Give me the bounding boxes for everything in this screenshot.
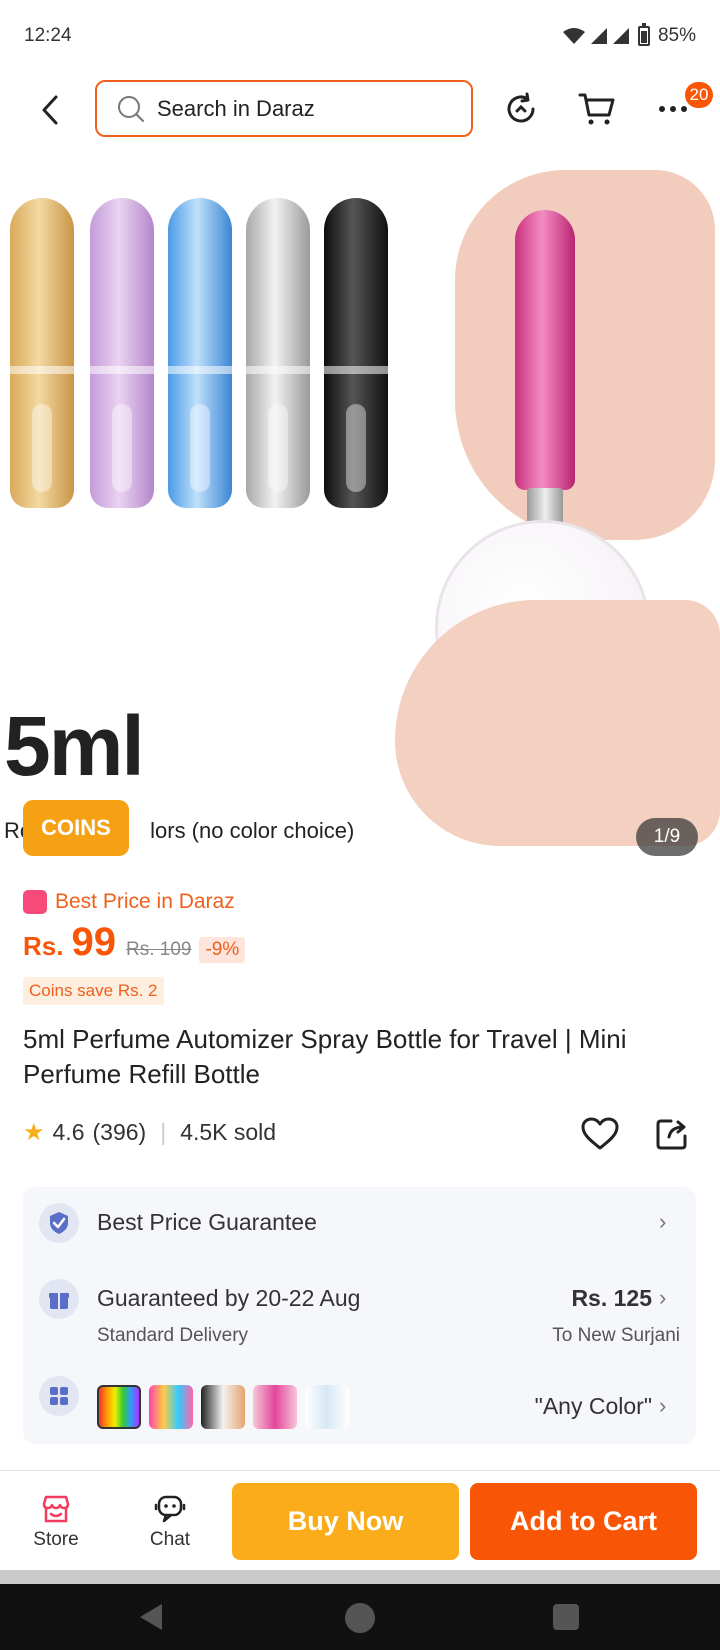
wishlist-button[interactable]: [578, 1112, 622, 1156]
rating-count: (396): [92, 1119, 147, 1145]
status-bar: 12:24 85%: [0, 0, 720, 72]
rating-row[interactable]: ★ 4.6 (396) | 4.5K sold: [23, 1118, 276, 1147]
coins-save-badge: Coins save Rs. 2: [23, 977, 164, 1005]
variant-swatches: [97, 1385, 349, 1429]
chevron-right-icon: ›: [659, 1285, 667, 1310]
price-guarantee-row[interactable]: Best Price Guarantee ›: [23, 1187, 696, 1259]
system-divider: [0, 1570, 720, 1584]
image-overlay-size-text: 5ml: [4, 699, 145, 793]
product-bottle-gold: [10, 198, 74, 508]
bottom-action-bar: Store Chat Buy Now Add to Cart: [0, 1470, 720, 1570]
separator: |: [160, 1119, 167, 1145]
variant-grid-icon: [39, 1376, 79, 1416]
delivery-date-label: Guaranteed by 20-22 Aug: [97, 1285, 361, 1311]
history-button[interactable]: [500, 88, 542, 130]
hand-spray-illustration: [395, 170, 720, 846]
system-recents-icon[interactable]: [553, 1604, 579, 1630]
battery-level: 85%: [657, 25, 696, 46]
search-input[interactable]: Search in Daraz: [95, 80, 473, 137]
original-price: Rs. 109: [125, 939, 192, 960]
product-bottle-silver: [246, 198, 310, 508]
history-icon: [507, 92, 535, 123]
discount-badge: -9%: [199, 937, 246, 963]
variant-selected-value[interactable]: "Any Color": [535, 1393, 652, 1420]
share-icon: [656, 1119, 687, 1150]
store-icon: [42, 1495, 70, 1523]
delivery-location: To New Surjani: [552, 1325, 680, 1346]
variant-swatch[interactable]: [305, 1385, 349, 1429]
share-button[interactable]: [650, 1112, 694, 1156]
cell-signal-icon: [612, 28, 629, 44]
product-image-gallery[interactable]: 5ml Ro lors (no color choice) COINS 1/9: [0, 150, 720, 866]
signal-icons: [562, 27, 630, 45]
star-icon: ★: [23, 1119, 45, 1146]
back-arrow-icon: [42, 95, 58, 125]
chevron-right-icon: ›: [659, 1393, 667, 1418]
variant-swatch[interactable]: [149, 1385, 193, 1429]
chat-icon: [154, 1495, 186, 1523]
back-button[interactable]: [30, 90, 70, 130]
heart-icon: [581, 1117, 619, 1150]
top-nav: Search in Daraz 20: [0, 72, 720, 148]
store-label: Store: [33, 1529, 79, 1550]
image-counter: 1/9: [636, 818, 698, 856]
coins-badge[interactable]: COINS: [23, 800, 129, 856]
chevron-right-icon: ›: [659, 1209, 667, 1234]
search-icon: [118, 95, 144, 122]
wifi-icon: [562, 28, 585, 44]
buy-now-button[interactable]: Buy Now: [232, 1483, 459, 1560]
delivery-row[interactable]: Guaranteed by 20-22 Aug Rs. 125 › Standa…: [23, 1263, 696, 1373]
variant-swatch[interactable]: [253, 1385, 297, 1429]
delivery-info-card: Best Price Guarantee › Guaranteed by 20-…: [23, 1187, 696, 1444]
sold-count: 4.5K sold: [180, 1119, 277, 1145]
status-right: 85%: [562, 23, 696, 47]
cell-signal-icon: [590, 28, 607, 44]
delivery-type: Standard Delivery: [97, 1325, 249, 1346]
product-bottle-black: [324, 198, 388, 508]
cart-button[interactable]: [576, 88, 618, 130]
notification-badge: 20: [685, 82, 713, 108]
chat-label: Chat: [149, 1529, 191, 1550]
search-placeholder: Search in Daraz: [157, 95, 315, 121]
store-button[interactable]: Store: [16, 1495, 96, 1559]
rating-value: 4.6: [52, 1119, 85, 1145]
product-title: 5ml Perfume Automizer Spray Bottle for T…: [23, 1024, 627, 1089]
variant-swatch[interactable]: [97, 1385, 141, 1429]
product-bottle-blue: [168, 198, 232, 508]
best-price-tag: Best Price in Daraz: [23, 890, 235, 914]
system-home-icon[interactable]: [345, 1603, 375, 1633]
chat-button[interactable]: Chat: [130, 1495, 210, 1559]
system-nav-bar: [0, 1584, 720, 1650]
best-price-icon: [23, 890, 47, 914]
price-guarantee-label: Best Price Guarantee: [97, 1209, 317, 1235]
best-price-label: Best Price in Daraz: [55, 890, 235, 913]
shield-check-icon: [39, 1203, 79, 1243]
variant-swatch[interactable]: [201, 1385, 245, 1429]
price-value: 99: [71, 920, 116, 964]
gift-icon: [39, 1279, 79, 1319]
add-to-cart-button[interactable]: Add to Cart: [470, 1483, 697, 1560]
cart-icon: [578, 93, 615, 125]
delivery-fee: Rs. 125: [571, 1285, 652, 1311]
price-row: Rs. 99 Rs. 109 -9%: [23, 920, 246, 965]
product-bottle-purple: [90, 198, 154, 508]
status-time: 12:24: [24, 25, 72, 46]
battery-icon: [637, 23, 650, 46]
more-icon: [659, 106, 687, 112]
price-currency: Rs.: [23, 931, 64, 961]
system-back-icon[interactable]: [136, 1602, 166, 1632]
